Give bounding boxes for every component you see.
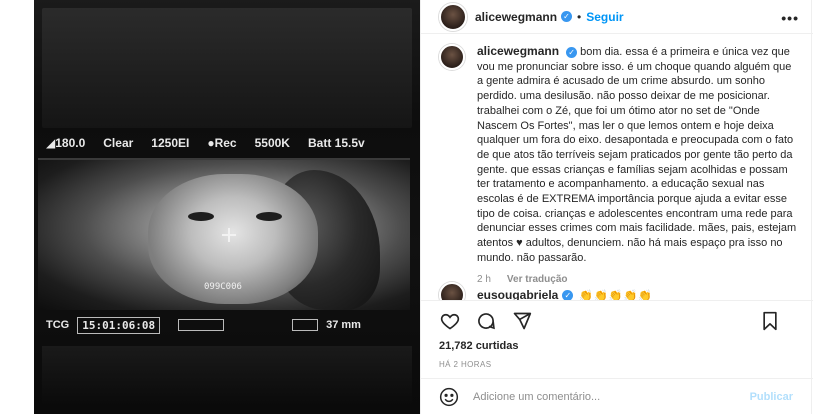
caption-body: alicewegmann ✓ bom dia. essa é a primeir… bbox=[477, 44, 799, 285]
caption-username[interactable]: alicewegmann bbox=[477, 44, 559, 58]
comment-avatar[interactable] bbox=[439, 282, 465, 300]
like-button[interactable] bbox=[439, 310, 461, 332]
avatar[interactable] bbox=[439, 2, 467, 31]
action-bar bbox=[421, 300, 813, 340]
hud-lens: 37 mm bbox=[326, 319, 361, 331]
share-paper-plane-icon bbox=[513, 312, 532, 329]
monitor-hud-bottom: TCG 15:01:06:08 37 mm bbox=[46, 314, 412, 336]
separator-dot: • bbox=[577, 9, 582, 24]
eye-left bbox=[188, 212, 214, 221]
comment-username[interactable]: eusougabriela bbox=[477, 288, 558, 300]
comment-input[interactable] bbox=[473, 390, 753, 403]
eye-right bbox=[256, 212, 282, 221]
add-comment-bar: Publicar bbox=[421, 378, 813, 414]
crosshair-icon bbox=[222, 228, 236, 242]
hud-timecode: 15:01:06:08 bbox=[77, 316, 161, 334]
hud-kelvin: 5500K bbox=[254, 136, 290, 150]
monitor-screen: 099C006 bbox=[38, 158, 410, 310]
hud-tcg: TCG bbox=[46, 319, 70, 331]
more-horizontal-icon[interactable]: ••• bbox=[781, 10, 799, 26]
hud-iso: 1250EI bbox=[151, 136, 190, 150]
hud-level-bars-2 bbox=[292, 319, 319, 331]
caption: alicewegmann ✓ bom dia. essa é a primeir… bbox=[439, 44, 799, 285]
heart-icon bbox=[440, 313, 460, 329]
likes-count[interactable]: 21,782 curtidas bbox=[439, 340, 519, 352]
caption-avatar[interactable] bbox=[439, 44, 465, 70]
hud-angle: ◢180.0 bbox=[46, 136, 86, 150]
comments-area[interactable]: alicewegmann ✓ bom dia. essa é a primeir… bbox=[421, 34, 813, 300]
comment-text: 👏👏👏👏👏 bbox=[579, 289, 653, 301]
post-header: alicewegmann ✓ • Seguir ••• bbox=[421, 0, 813, 34]
post-side-panel: alicewegmann ✓ • Seguir ••• alicewegmann… bbox=[420, 0, 813, 414]
monitor-bezel-top bbox=[42, 8, 412, 128]
hud-level-bars bbox=[178, 319, 225, 331]
caption-text: bom dia. essa é a primeira e única vez q… bbox=[477, 46, 797, 264]
share-button[interactable] bbox=[511, 310, 533, 332]
follow-button[interactable]: Seguir bbox=[586, 10, 623, 24]
emoji-smiley-icon[interactable] bbox=[439, 387, 459, 407]
verified-badge-icon: ✓ bbox=[561, 11, 573, 22]
hud-battery: Batt 15.5v bbox=[307, 136, 365, 150]
hud-rec: ●Rec bbox=[207, 136, 237, 150]
verified-badge-icon: ✓ bbox=[562, 289, 574, 300]
bookmark-icon bbox=[763, 311, 777, 331]
comment-button[interactable] bbox=[475, 310, 497, 332]
caption-text-block: alicewegmann ✓ bom dia. essa é a primeir… bbox=[477, 44, 799, 266]
instagram-post-modal: ◢180.0 Clear 1250EI ●Rec 5500K Batt 15.5… bbox=[0, 0, 828, 414]
header-username[interactable]: alicewegmann bbox=[475, 10, 557, 24]
screen-code: 099C006 bbox=[204, 282, 242, 292]
comment-item: eusougabriela ✓ 👏👏👏👏👏 bbox=[439, 282, 799, 300]
verified-badge-icon: ✓ bbox=[566, 47, 578, 58]
save-button[interactable] bbox=[759, 310, 781, 332]
post-image[interactable]: ◢180.0 Clear 1250EI ●Rec 5500K Batt 15.5… bbox=[34, 0, 420, 414]
monitor-bezel-bottom bbox=[42, 346, 412, 406]
post-timestamp[interactable]: HÁ 2 HORAS bbox=[439, 360, 491, 369]
monitor-hud-top: ◢180.0 Clear 1250EI ●Rec 5500K Batt 15.5… bbox=[46, 132, 412, 154]
publish-button[interactable]: Publicar bbox=[750, 391, 793, 403]
comment-icon bbox=[478, 312, 495, 329]
hud-clear: Clear bbox=[103, 136, 134, 150]
